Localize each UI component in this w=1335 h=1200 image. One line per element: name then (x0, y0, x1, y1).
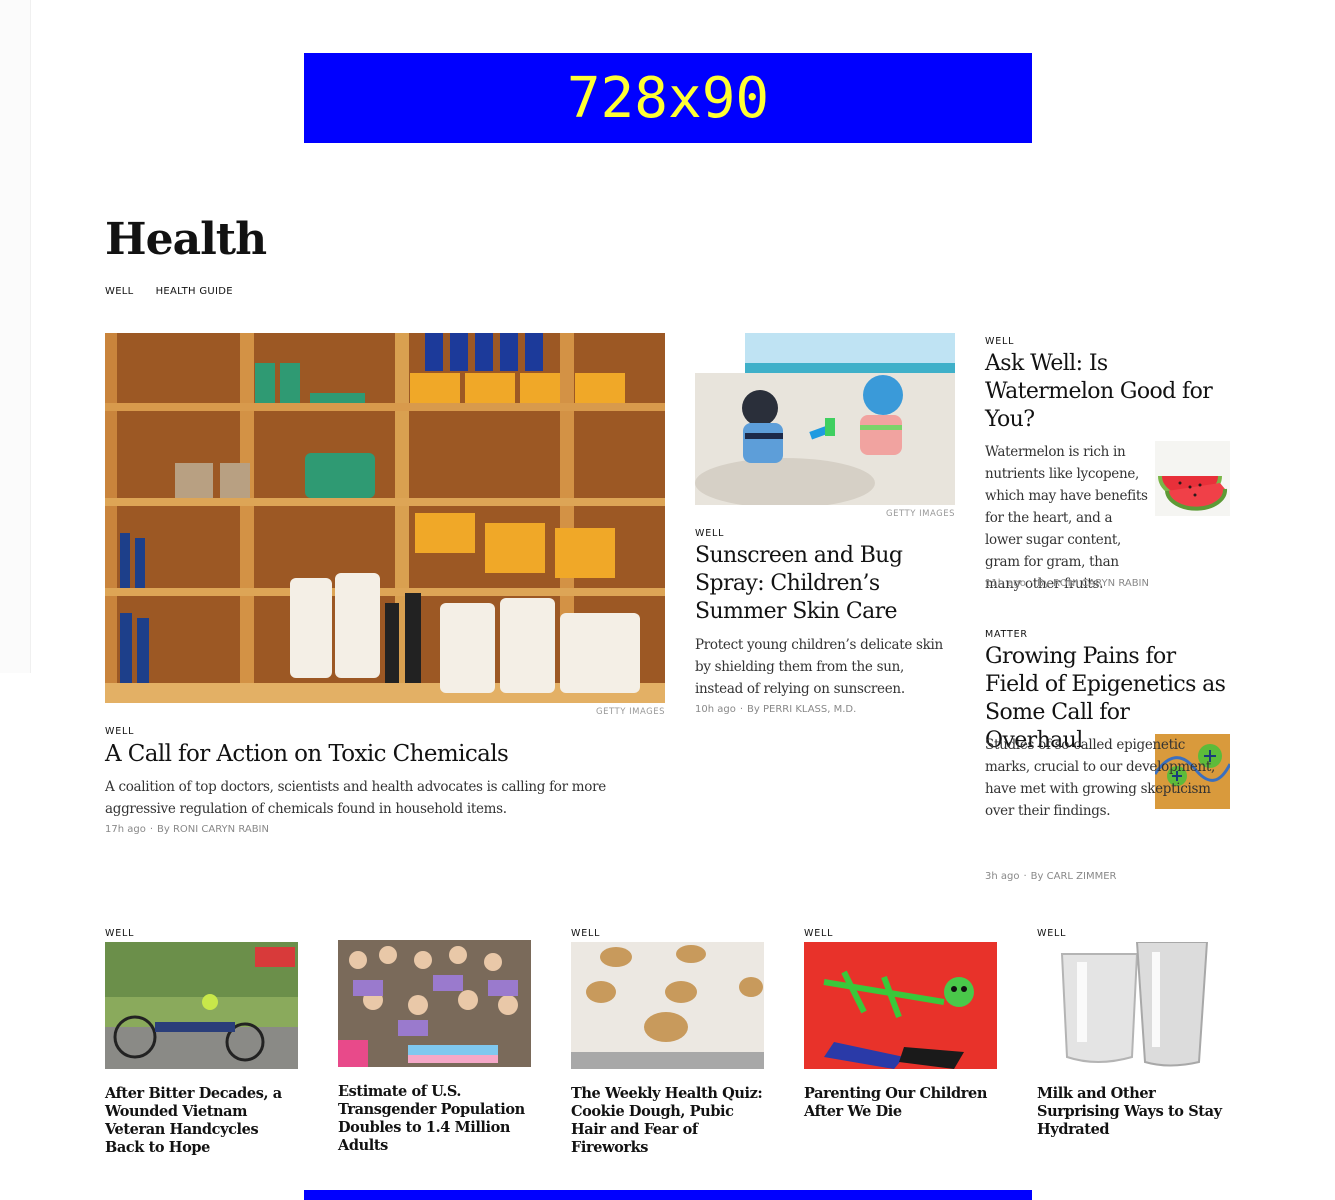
lead-headline[interactable]: A Call for Action on Toxic Chemicals (105, 740, 665, 768)
left-edge-panel (0, 0, 31, 673)
bottom-1-image[interactable] (105, 942, 298, 1069)
top-ad-banner[interactable]: 728x90 (304, 53, 1032, 143)
lead-story-image[interactable] (105, 333, 665, 703)
bottom-3-image[interactable] (571, 942, 764, 1069)
bottom-1-kicker[interactable]: WELL (105, 928, 134, 939)
middle-meta: 10h ago · By PERRI KLASS, M.D. (695, 704, 857, 715)
byline[interactable]: By PERRI KLASS, M.D. (747, 704, 856, 715)
lead-summary: A coalition of top doctors, scientists a… (105, 779, 606, 817)
right1-meta: 11h ago · By RONI CARYN RABIN (985, 578, 1149, 589)
bottom-2-headline[interactable]: Estimate of U.S. Transgender Population … (338, 1083, 533, 1155)
right1-headline[interactable]: Ask Well: Is Watermelon Good for You? (985, 350, 1230, 434)
right1-summary-text: Watermelon is rich in nutrients like lyc… (985, 444, 1148, 592)
lead-meta: 17h ago · By RONI CARYN RABIN (105, 824, 269, 835)
bottom-ad-banner[interactable] (304, 1190, 1032, 1200)
ad-size-label: 728x90 (566, 65, 770, 131)
bottom-5-image[interactable] (1037, 942, 1230, 1069)
bottom-5-kicker[interactable]: WELL (1037, 928, 1066, 939)
bottom-1-headline[interactable]: After Bitter Decades, a Wounded Vietnam … (105, 1085, 298, 1157)
middle-kicker[interactable]: WELL (695, 528, 724, 539)
bottom-4-headline[interactable]: Parenting Our Children After We Die (804, 1085, 999, 1121)
right1-summary: Watermelon is rich in nutrients like lyc… (985, 441, 1230, 595)
right1-kicker[interactable]: WELL (985, 336, 1014, 347)
right2-summary-text: Studies of so-called epigenetic marks, c… (985, 737, 1215, 819)
lead-kicker[interactable]: WELL (105, 726, 134, 737)
middle-headline[interactable]: Sunscreen and Bug Spray: Children’s Summ… (695, 542, 955, 626)
bottom-4-image[interactable] (804, 942, 997, 1069)
timestamp: 3h ago (985, 871, 1020, 882)
timestamp: 10h ago (695, 704, 736, 715)
bottom-3-kicker[interactable]: WELL (571, 928, 600, 939)
middle-story-image[interactable] (695, 333, 955, 505)
bottom-3-headline[interactable]: The Weekly Health Quiz: Cookie Dough, Pu… (571, 1085, 764, 1157)
bottom-4-kicker[interactable]: WELL (804, 928, 833, 939)
middle-summary: Protect young children’s delicate skin b… (695, 637, 943, 697)
subnav-link-well[interactable]: WELL (105, 286, 134, 297)
right2-kicker[interactable]: MATTER (985, 629, 1028, 640)
byline[interactable]: By CARL ZIMMER (1031, 871, 1117, 882)
timestamp: 11h ago (985, 578, 1026, 589)
section-subnav: WELL HEALTH GUIDE (105, 286, 233, 297)
middle-image-credit: GETTY IMAGES (886, 509, 955, 519)
lead-image-credit: GETTY IMAGES (596, 707, 665, 717)
byline[interactable]: By RONI CARYN RABIN (1037, 578, 1149, 589)
timestamp: 17h ago (105, 824, 146, 835)
byline[interactable]: By RONI CARYN RABIN (157, 824, 269, 835)
subnav-link-health-guide[interactable]: HEALTH GUIDE (156, 286, 233, 297)
bottom-2-image[interactable] (338, 940, 531, 1067)
section-title: Health (105, 214, 267, 265)
right2-meta: 3h ago · By CARL ZIMMER (985, 871, 1117, 882)
bottom-5-headline[interactable]: Milk and Other Surprising Ways to Stay H… (1037, 1085, 1230, 1139)
right2-summary: Studies of so-called epigenetic marks, c… (985, 734, 1230, 822)
